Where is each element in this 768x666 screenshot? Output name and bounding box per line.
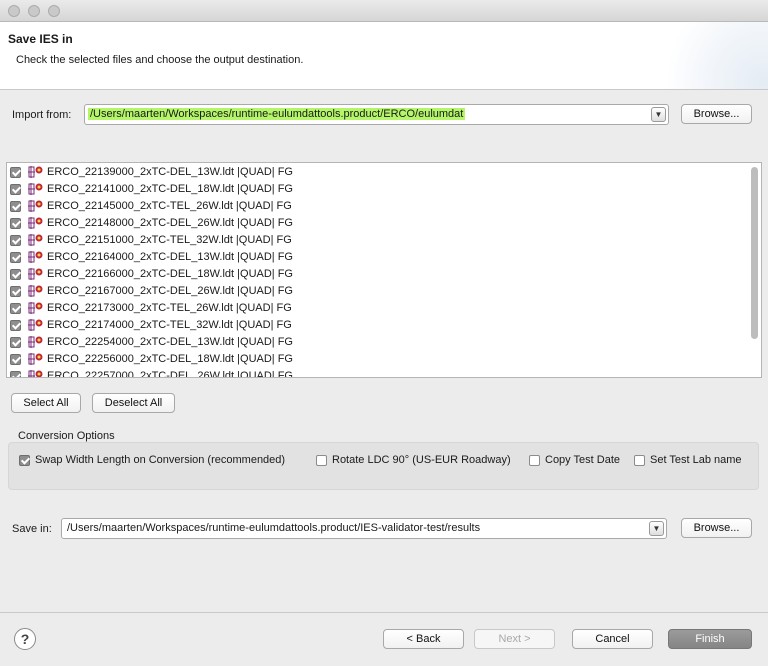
file-checkbox[interactable]: [10, 252, 21, 263]
file-name: ERCO_22254000_2xTC-DEL_13W.ldt |QUAD| FG: [47, 336, 293, 348]
set-test-lab-label: Set Test Lab name: [650, 454, 742, 466]
conversion-options-group: Swap Width Length on Conversion (recomme…: [8, 442, 759, 490]
file-list-item[interactable]: ERCO_22174000_2xTC-TEL_32W.ldt |QUAD| FG: [7, 317, 747, 334]
luminaire-file-icon: [27, 284, 45, 298]
luminaire-file-icon: [27, 216, 45, 230]
file-name: ERCO_22164000_2xTC-DEL_13W.ldt |QUAD| FG: [47, 251, 293, 263]
select-all-button[interactable]: Select All: [11, 393, 81, 413]
luminaire-file-icon: [27, 267, 45, 281]
window-zoom-button[interactable]: [48, 5, 60, 17]
file-list-item[interactable]: ERCO_22254000_2xTC-DEL_13W.ldt |QUAD| FG: [7, 334, 747, 351]
dialog-subtitle: Check the selected files and choose the …: [16, 54, 304, 66]
next-button[interactable]: Next >: [474, 629, 555, 649]
deselect-all-button[interactable]: Deselect All: [92, 393, 175, 413]
conversion-options-label: Conversion Options: [18, 430, 115, 442]
import-path-value: /Users/maarten/Workspaces/runtime-eulumd…: [88, 108, 466, 120]
swap-width-label: Swap Width Length on Conversion (recomme…: [35, 454, 286, 466]
header-banner-graphic: [658, 22, 768, 89]
file-name: ERCO_22139000_2xTC-DEL_13W.ldt |QUAD| FG: [47, 166, 293, 178]
file-checkbox[interactable]: [10, 201, 21, 212]
file-checkbox[interactable]: [10, 371, 21, 377]
file-list-item[interactable]: ERCO_22151000_2xTC-TEL_32W.ldt |QUAD| FG: [7, 232, 747, 249]
luminaire-file-icon: [27, 199, 45, 213]
file-list-item[interactable]: ERCO_22257000_2xTC-DEL_26W.ldt |QUAD| FG: [7, 368, 747, 378]
luminaire-file-icon: [27, 301, 45, 315]
rotate-ldc-checkbox[interactable]: [316, 455, 327, 466]
set-test-lab-checkbox[interactable]: [634, 455, 645, 466]
cancel-button[interactable]: Cancel: [572, 629, 653, 649]
file-name: ERCO_22174000_2xTC-TEL_32W.ldt |QUAD| FG: [47, 319, 292, 331]
back-button[interactable]: < Back: [383, 629, 464, 649]
luminaire-file-icon: [27, 182, 45, 196]
file-name: ERCO_22151000_2xTC-TEL_32W.ldt |QUAD| FG: [47, 234, 292, 246]
file-checkbox[interactable]: [10, 167, 21, 178]
file-name: ERCO_22167000_2xTC-DEL_26W.ldt |QUAD| FG: [47, 285, 293, 297]
finish-button[interactable]: Finish: [668, 629, 752, 649]
file-list-item[interactable]: ERCO_22167000_2xTC-DEL_26W.ldt |QUAD| FG: [7, 283, 747, 300]
file-checkbox[interactable]: [10, 184, 21, 195]
file-list[interactable]: ERCO_22139000_2xTC-DEL_13W.ldt |QUAD| FG…: [6, 162, 762, 378]
file-name: ERCO_22173000_2xTC-TEL_26W.ldt |QUAD| FG: [47, 302, 292, 314]
footer-divider: [0, 612, 768, 613]
save-browse-button[interactable]: Browse...: [681, 518, 752, 538]
file-name: ERCO_22257000_2xTC-DEL_26W.ldt |QUAD| FG: [47, 370, 293, 378]
file-name: ERCO_22256000_2xTC-DEL_18W.ldt |QUAD| FG: [47, 353, 293, 365]
file-checkbox[interactable]: [10, 337, 21, 348]
luminaire-file-icon: [27, 233, 45, 247]
file-list-item[interactable]: ERCO_22145000_2xTC-TEL_26W.ldt |QUAD| FG: [7, 198, 747, 215]
file-checkbox[interactable]: [10, 303, 21, 314]
file-list-item[interactable]: ERCO_22148000_2xTC-DEL_26W.ldt |QUAD| FG: [7, 215, 747, 232]
swap-width-checkbox[interactable]: [19, 455, 30, 466]
file-checkbox[interactable]: [10, 320, 21, 331]
copy-test-date-label: Copy Test Date: [545, 454, 621, 466]
save-path-combo[interactable]: /Users/maarten/Workspaces/runtime-eulumd…: [61, 518, 667, 539]
help-icon[interactable]: ?: [14, 628, 36, 650]
window-minimize-button[interactable]: [28, 5, 40, 17]
file-name: ERCO_22145000_2xTC-TEL_26W.ldt |QUAD| FG: [47, 200, 292, 212]
dialog-title: Save IES in: [8, 32, 73, 46]
luminaire-file-icon: [27, 369, 45, 377]
rotate-ldc-label: Rotate LDC 90° (US-EUR Roadway): [332, 454, 511, 466]
luminaire-file-icon: [27, 250, 45, 264]
file-list-item[interactable]: ERCO_22139000_2xTC-DEL_13W.ldt |QUAD| FG: [7, 164, 747, 181]
file-checkbox[interactable]: [10, 354, 21, 365]
luminaire-file-icon: [27, 165, 45, 179]
luminaire-file-icon: [27, 352, 45, 366]
scrollbar-thumb[interactable]: [751, 167, 758, 339]
chevron-down-icon[interactable]: ▼: [649, 521, 664, 536]
file-checkbox[interactable]: [10, 286, 21, 297]
import-browse-button[interactable]: Browse...: [681, 104, 752, 124]
file-name: ERCO_22141000_2xTC-DEL_18W.ldt |QUAD| FG: [47, 183, 293, 195]
window-close-button[interactable]: [8, 5, 20, 17]
dialog-header: Save IES in Check the selected files and…: [0, 22, 768, 90]
file-checkbox[interactable]: [10, 269, 21, 280]
file-name: ERCO_22148000_2xTC-DEL_26W.ldt |QUAD| FG: [47, 217, 293, 229]
luminaire-file-icon: [27, 318, 45, 332]
file-list-scrollbar[interactable]: [750, 165, 759, 375]
save-path-value: /Users/maarten/Workspaces/runtime-eulumd…: [67, 522, 481, 534]
file-name: ERCO_22166000_2xTC-DEL_18W.ldt |QUAD| FG: [47, 268, 293, 280]
file-list-item[interactable]: ERCO_22173000_2xTC-TEL_26W.ldt |QUAD| FG: [7, 300, 747, 317]
file-list-item[interactable]: ERCO_22166000_2xTC-DEL_18W.ldt |QUAD| FG: [7, 266, 747, 283]
chevron-down-icon[interactable]: ▼: [651, 107, 666, 122]
file-list-item[interactable]: ERCO_22141000_2xTC-DEL_18W.ldt |QUAD| FG: [7, 181, 747, 198]
import-from-label: Import from:: [12, 109, 72, 121]
window-titlebar: [0, 0, 768, 22]
file-checkbox[interactable]: [10, 235, 21, 246]
file-checkbox[interactable]: [10, 218, 21, 229]
file-list-item[interactable]: ERCO_22164000_2xTC-DEL_13W.ldt |QUAD| FG: [7, 249, 747, 266]
import-path-combo[interactable]: /Users/maarten/Workspaces/runtime-eulumd…: [84, 104, 669, 125]
file-list-item[interactable]: ERCO_22256000_2xTC-DEL_18W.ldt |QUAD| FG: [7, 351, 747, 368]
luminaire-file-icon: [27, 335, 45, 349]
copy-test-date-checkbox[interactable]: [529, 455, 540, 466]
save-in-label: Save in:: [12, 523, 52, 535]
